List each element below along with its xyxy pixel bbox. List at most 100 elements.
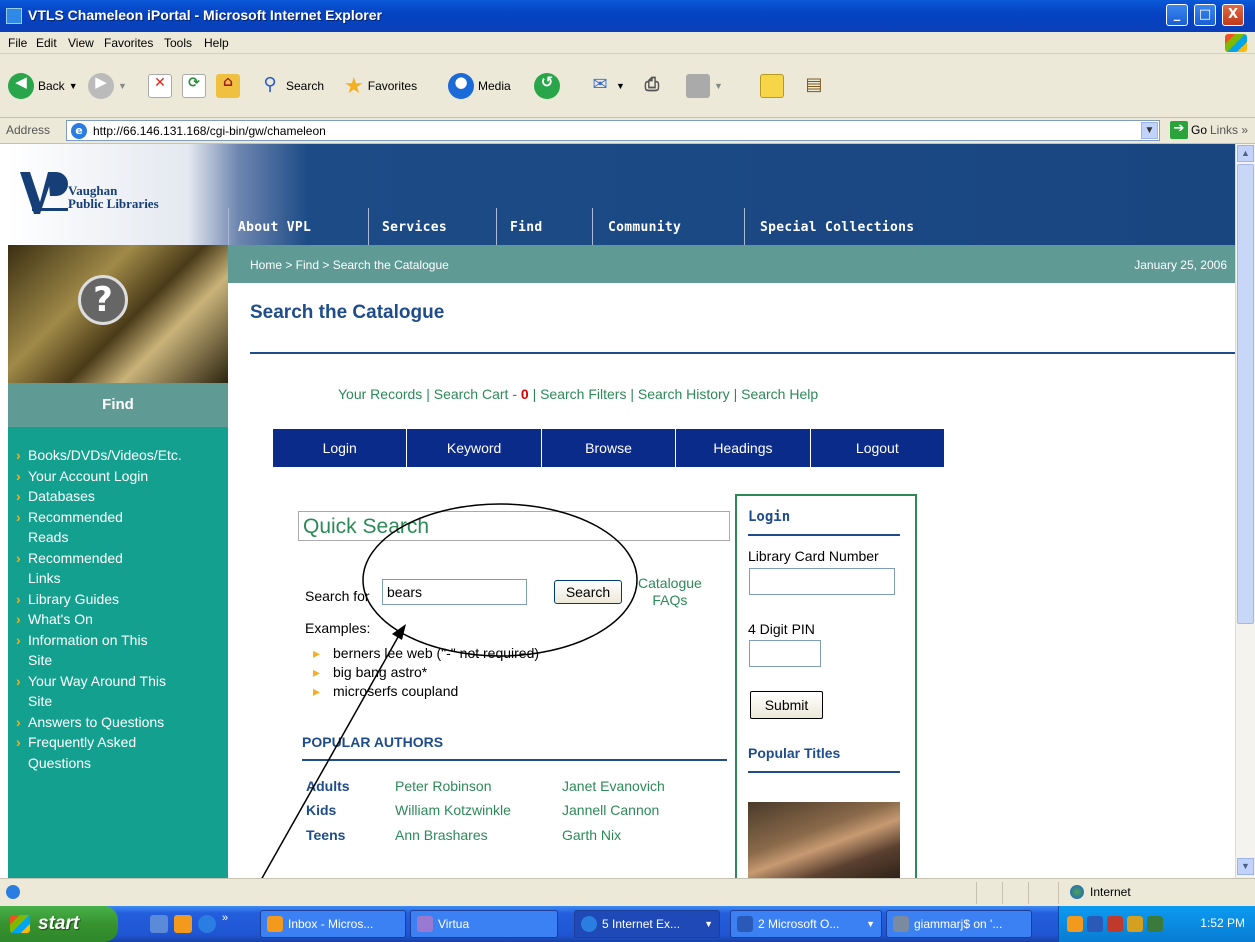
link-search-help[interactable]: Search Help bbox=[741, 386, 818, 402]
catnav-logout[interactable]: Logout bbox=[811, 429, 944, 467]
quicklaunch-icon[interactable] bbox=[150, 915, 168, 933]
author-link[interactable]: Peter Robinson bbox=[395, 778, 492, 794]
back-dropdown-icon[interactable]: ▼ bbox=[69, 81, 78, 91]
home-button[interactable]: ⌂ bbox=[216, 72, 240, 100]
nav-about-vpl[interactable]: About VPL bbox=[238, 220, 311, 235]
pin-label: 4 Digit PIN bbox=[748, 621, 815, 637]
tray-icon[interactable] bbox=[1127, 916, 1143, 932]
breadcrumb[interactable]: Home > Find > Search the Catalogue bbox=[250, 258, 449, 272]
tray-icon[interactable] bbox=[1087, 916, 1103, 932]
menu-favorites[interactable]: Favorites bbox=[104, 36, 153, 50]
catnav-headings[interactable]: Headings bbox=[676, 429, 811, 467]
pin-input[interactable] bbox=[749, 640, 821, 667]
maximize-button[interactable]: □ bbox=[1194, 4, 1216, 26]
nav-services[interactable]: Services bbox=[382, 220, 447, 235]
window-title-bar[interactable]: VTLS Chameleon iPortal - Microsoft Inter… bbox=[0, 0, 1255, 32]
address-dropdown-icon[interactable]: ▼ bbox=[1141, 122, 1158, 139]
print-button[interactable]: ⎙ bbox=[640, 72, 664, 100]
ie-page-icon: e bbox=[71, 123, 87, 139]
author-category-kids[interactable]: Kids bbox=[306, 802, 336, 818]
sidebar-item-account-login[interactable]: Your Account Login bbox=[16, 466, 228, 487]
author-link[interactable]: Janet Evanovich bbox=[562, 778, 665, 794]
sidebar-item-whats-on[interactable]: What's On bbox=[16, 609, 228, 630]
author-link[interactable]: Garth Nix bbox=[562, 827, 621, 843]
catnav-login[interactable]: Login bbox=[273, 429, 408, 467]
tray-icon[interactable] bbox=[1147, 916, 1163, 932]
search-button[interactable]: ⚲ Search bbox=[258, 72, 324, 100]
vpl-logo-text[interactable]: Vaughan Public Libraries bbox=[68, 184, 159, 210]
links-toolbar-label[interactable]: Links » bbox=[1210, 123, 1248, 137]
menu-help[interactable]: Help bbox=[204, 36, 229, 50]
stop-button[interactable]: ✕ bbox=[148, 72, 172, 100]
title-divider bbox=[250, 352, 1235, 354]
back-button[interactable]: ◀ Back ▼ bbox=[8, 72, 78, 100]
mail-dropdown-icon[interactable]: ▼ bbox=[616, 81, 625, 91]
nav-find[interactable]: Find bbox=[510, 220, 543, 235]
book-cover-image[interactable] bbox=[748, 802, 900, 878]
nav-special-collections[interactable]: Special Collections bbox=[760, 220, 914, 235]
task-inbox[interactable]: Inbox - Micros... bbox=[260, 910, 406, 938]
minimize-button[interactable]: _ bbox=[1166, 4, 1188, 26]
research-button[interactable]: ▤ bbox=[802, 72, 826, 100]
nav-community[interactable]: Community bbox=[608, 220, 681, 235]
close-button[interactable]: X bbox=[1222, 4, 1244, 26]
scroll-up-icon[interactable]: ▲ bbox=[1237, 145, 1254, 162]
sidebar-item-answers[interactable]: Answers to Questions bbox=[16, 712, 228, 733]
task-internet-explorer[interactable]: 5 Internet Ex... ▼ bbox=[574, 910, 720, 938]
tray-icon[interactable] bbox=[1067, 916, 1083, 932]
current-date: January 25, 2006 bbox=[1134, 258, 1227, 272]
history-button[interactable]: ↺ bbox=[534, 72, 560, 100]
vertical-scrollbar[interactable]: ▲ ▼ bbox=[1235, 144, 1255, 878]
link-search-cart[interactable]: Search Cart - bbox=[434, 386, 517, 402]
discuss-button[interactable] bbox=[760, 72, 784, 100]
scroll-thumb[interactable] bbox=[1237, 164, 1254, 624]
virtua-icon bbox=[417, 916, 433, 932]
task-network-drive[interactable]: giammarj$ on '... bbox=[886, 910, 1032, 938]
menu-edit[interactable]: Edit bbox=[36, 36, 57, 50]
media-button[interactable]: ● Media bbox=[448, 72, 511, 100]
login-submit-button[interactable]: Submit bbox=[750, 691, 823, 719]
catnav-browse[interactable]: Browse bbox=[542, 429, 677, 467]
scroll-down-icon[interactable]: ▼ bbox=[1237, 858, 1254, 875]
favorites-button[interactable]: ★ Favorites bbox=[344, 72, 417, 100]
task-microsoft-office[interactable]: 2 Microsoft O... ▼ bbox=[730, 910, 882, 938]
sidebar-item-recommended-reads[interactable]: Recommended Reads bbox=[16, 507, 156, 548]
menu-file[interactable]: File bbox=[8, 36, 27, 50]
link-your-records[interactable]: Your Records bbox=[338, 386, 422, 402]
sidebar-item-databases[interactable]: Databases bbox=[16, 486, 228, 507]
search-submit-button[interactable]: Search bbox=[554, 580, 622, 604]
forward-button[interactable]: ▶ ▼ bbox=[88, 72, 127, 100]
link-search-filters[interactable]: Search Filters bbox=[540, 386, 626, 402]
sidebar-item-way-around[interactable]: Your Way Around This Site bbox=[16, 671, 166, 712]
author-link[interactable]: Jannell Cannon bbox=[562, 802, 659, 818]
author-category-adults[interactable]: Adults bbox=[306, 778, 350, 794]
refresh-button[interactable]: ⟳ bbox=[182, 72, 206, 100]
menu-tools[interactable]: Tools bbox=[164, 36, 192, 50]
sidebar-item-books[interactable]: Books/DVDs/Videos/Etc. bbox=[16, 445, 228, 466]
mail-button[interactable]: ✉ ▼ bbox=[588, 72, 625, 100]
author-link[interactable]: Ann Brashares bbox=[395, 827, 488, 843]
catnav-keyword[interactable]: Keyword bbox=[407, 429, 542, 467]
search-input[interactable] bbox=[382, 579, 527, 605]
catalogue-faqs-link[interactable]: Catalogue FAQs bbox=[638, 575, 702, 609]
go-button[interactable]: ➔ Go bbox=[1170, 121, 1207, 139]
link-search-history[interactable]: Search History bbox=[638, 386, 730, 402]
sidebar-item-recommended-links[interactable]: Recommended Links bbox=[16, 548, 156, 589]
tray-icon[interactable] bbox=[1107, 916, 1123, 932]
edit-dropdown-icon[interactable]: ▼ bbox=[714, 81, 723, 91]
sidebar-item-faq[interactable]: Frequently Asked Questions bbox=[16, 732, 166, 773]
sidebar-item-information[interactable]: Information on This Site bbox=[16, 630, 156, 671]
task-virtua[interactable]: Virtua bbox=[410, 910, 558, 938]
sidebar-item-library-guides[interactable]: Library Guides bbox=[16, 589, 228, 610]
address-input[interactable]: e http://66.146.131.168/cgi-bin/gw/chame… bbox=[66, 120, 1160, 141]
card-number-input[interactable] bbox=[749, 568, 895, 595]
forward-dropdown-icon[interactable]: ▼ bbox=[118, 81, 127, 91]
menu-view[interactable]: View bbox=[68, 36, 94, 50]
quicklaunch-more-icon[interactable]: » bbox=[222, 912, 228, 924]
edit-button[interactable]: ▼ bbox=[686, 72, 723, 100]
author-link[interactable]: William Kotzwinkle bbox=[395, 802, 511, 818]
quicklaunch-ie-icon[interactable] bbox=[198, 915, 216, 933]
author-category-teens[interactable]: Teens bbox=[306, 827, 345, 843]
quicklaunch-icon[interactable] bbox=[174, 915, 192, 933]
start-button[interactable]: start bbox=[0, 906, 118, 942]
